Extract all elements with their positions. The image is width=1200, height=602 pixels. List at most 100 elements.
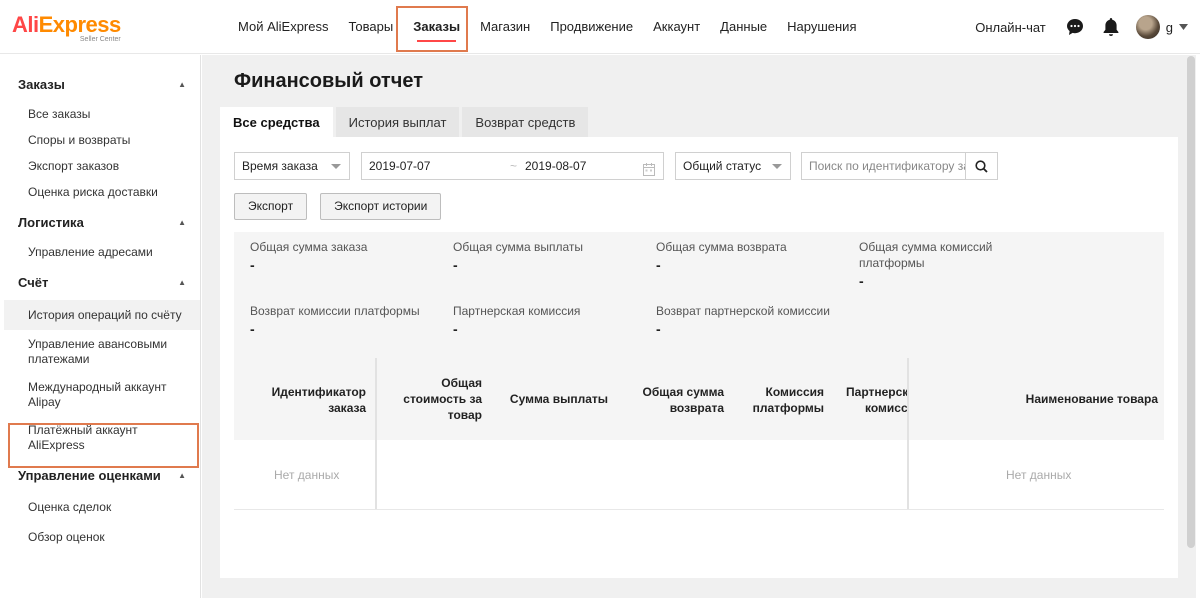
- sidebar-group-header-orders[interactable]: Заказы ▲: [4, 69, 200, 99]
- topnav-my-aliexpress[interactable]: Мой AliExpress: [228, 0, 339, 54]
- sidebar-item-advance-payments[interactable]: Управление авансовыми платежами: [4, 330, 200, 373]
- summary-value: -: [250, 257, 255, 273]
- calendar-icon: [643, 159, 655, 185]
- export-history-button[interactable]: Экспорт истории: [320, 193, 442, 220]
- col-header-payout: Сумма выплаты: [509, 392, 608, 406]
- highlight-box-orders: [396, 6, 468, 52]
- chevron-down-icon: [772, 164, 782, 169]
- sidebar-group-logistics: Логистика ▲ Управление адресами: [4, 207, 200, 266]
- summary-total-payout: Общая сумма выплаты -: [453, 239, 653, 273]
- date-from: 2019-07-07: [369, 159, 431, 173]
- user-name: g: [1165, 19, 1173, 35]
- export-button[interactable]: Экспорт: [234, 193, 308, 220]
- summary-partner-commission-refund: Возврат партнерской комиссии -: [656, 303, 856, 337]
- chevron-up-icon: ▲: [178, 277, 186, 287]
- sidebar-item-export-orders[interactable]: Экспорт заказов: [4, 153, 200, 180]
- aliexpress-logo[interactable]: AliExpress Seller Center: [12, 14, 121, 44]
- message-icon[interactable]: [1064, 16, 1086, 38]
- sidebar-item-account-history[interactable]: История операций по счёту: [4, 300, 200, 330]
- summary-value: -: [453, 257, 458, 273]
- main-content: Финансовый отчет Все средства История вы…: [202, 55, 1196, 598]
- summary-value: -: [656, 257, 661, 273]
- online-chat-link[interactable]: Онлайн-чат: [975, 20, 1046, 35]
- summary-value: -: [859, 273, 864, 289]
- sidebar-item-deal-ratings[interactable]: Оценка сделок: [4, 494, 200, 521]
- sidebar-group-ratings: Управление оценками ▲ Оценка сделок Обзо…: [4, 460, 200, 551]
- highlight-box-payment-account: [8, 423, 199, 468]
- topnav-account[interactable]: Аккаунт: [643, 0, 710, 54]
- summary-label: Общая сумма комиссий платформы: [859, 240, 993, 270]
- col-header-partner-fee: Партнерская комиссия: [846, 385, 908, 415]
- sidebar-item-delivery-risk[interactable]: Оценка риска доставки: [4, 179, 200, 206]
- sidebar-item-all-orders[interactable]: Все заказы: [4, 101, 200, 128]
- status-select[interactable]: Общий статус: [675, 152, 791, 180]
- summary-total-refund: Общая сумма возврата -: [656, 239, 856, 273]
- chevron-down-icon: [1179, 24, 1188, 30]
- summary-partner-commission: Партнерская комиссия -: [453, 303, 653, 337]
- topnav-data[interactable]: Данные: [710, 0, 777, 54]
- summary-label: Возврат партнерской комиссии: [656, 304, 830, 318]
- date-to: 2019-08-07: [525, 159, 587, 173]
- topnav-violations[interactable]: Нарушения: [777, 0, 866, 54]
- sidebar-group-title: Счёт: [18, 274, 49, 290]
- time-type-select[interactable]: Время заказа: [234, 152, 350, 180]
- sidebar-item-addresses[interactable]: Управление адресами: [4, 239, 200, 266]
- summary-label: Общая сумма выплаты: [453, 240, 583, 254]
- chevron-down-icon: [331, 164, 341, 169]
- order-id-search-input[interactable]: [801, 152, 966, 180]
- col-header-total-cost: Общая стоимость за товар: [403, 376, 482, 422]
- tab-refunds[interactable]: Возврат средств: [462, 107, 589, 137]
- sidebar-group-header-account[interactable]: Счёт ▲: [4, 267, 200, 297]
- summary-value: -: [656, 321, 661, 337]
- page-scrollbar[interactable]: [1187, 56, 1195, 548]
- summary-total-commission: Общая сумма комиссий платформы -: [859, 239, 1009, 289]
- sidebar-group-header-logistics[interactable]: Логистика ▲: [4, 207, 200, 237]
- topnav-products[interactable]: Товары: [339, 0, 404, 54]
- search-button[interactable]: [966, 152, 998, 180]
- logo-subtitle: Seller Center: [79, 36, 121, 43]
- chevron-up-icon: ▲: [178, 217, 186, 227]
- topnav-store[interactable]: Магазин: [470, 0, 540, 54]
- summary-commission-refund: Возврат комиссии платформы -: [250, 303, 450, 337]
- col-header-product-name: Наименование товара: [1025, 392, 1158, 406]
- logo-wordmark: AliExpress: [12, 14, 121, 36]
- sidebar-group-orders: Заказы ▲ Все заказы Споры и возвраты Экс…: [4, 69, 200, 206]
- col-header-partner-fee-clip: Партнерская комиссия: [842, 384, 908, 418]
- avatar: [1135, 15, 1160, 39]
- date-range-picker[interactable]: 2019-07-07 ~ 2019-08-07: [361, 152, 664, 180]
- date-separator: ~: [510, 159, 518, 173]
- empty-state-text: Нет данных: [1006, 468, 1072, 482]
- tab-bar: Все средства История выплат Возврат сред…: [220, 107, 589, 137]
- topnav-promotion[interactable]: Продвижение: [540, 0, 643, 54]
- status-select-value: Общий статус: [683, 159, 762, 173]
- page-title: Финансовый отчет: [234, 70, 423, 92]
- chevron-up-icon: ▲: [178, 470, 186, 480]
- summary-label: Общая сумма заказа: [250, 240, 368, 254]
- sidebar-item-disputes[interactable]: Споры и возвраты: [4, 127, 200, 154]
- sidebar-group-title: Заказы: [18, 76, 65, 92]
- summary-value: -: [250, 321, 255, 337]
- time-type-select-value: Время заказа: [242, 159, 318, 173]
- sidebar-item-alipay-account[interactable]: Международный аккаунт Alipay: [4, 373, 200, 416]
- col-header-platform-fee: Комиссия платформы: [752, 385, 824, 415]
- col-header-order-id: Идентификатор заказа: [271, 385, 366, 415]
- summary-value: -: [453, 321, 458, 337]
- table-body: Нет данных Нет данных: [234, 440, 1164, 510]
- bell-icon[interactable]: [1100, 16, 1122, 38]
- sidebar-group-title: Управление оценками: [18, 467, 161, 483]
- tab-payout-history[interactable]: История выплат: [335, 107, 460, 137]
- sidebar-item-ratings-overview[interactable]: Обзор оценок: [4, 524, 200, 551]
- empty-state-text: Нет данных: [274, 468, 340, 482]
- summary-label: Партнерская комиссия: [453, 304, 581, 318]
- tab-all-funds[interactable]: Все средства: [220, 107, 333, 137]
- col-header-refund: Общая сумма возврата: [642, 385, 725, 415]
- user-menu[interactable]: g: [1135, 15, 1188, 39]
- top-bar: AliExpress Seller Center Мой AliExpress …: [0, 0, 1200, 54]
- top-right-actions: Онлайн-чат g: [975, 0, 1188, 54]
- top-nav: Мой AliExpress Товары Заказы Магазин Про…: [228, 0, 866, 54]
- report-card: Время заказа 2019-07-07 ~ 2019-08-07 Общ…: [220, 137, 1178, 578]
- summary-total-order: Общая сумма заказа -: [250, 239, 450, 273]
- logo-text-ali: Ali: [12, 12, 39, 37]
- sidebar-group-title: Логистика: [18, 214, 84, 230]
- summary-label: Общая сумма возврата: [656, 240, 787, 254]
